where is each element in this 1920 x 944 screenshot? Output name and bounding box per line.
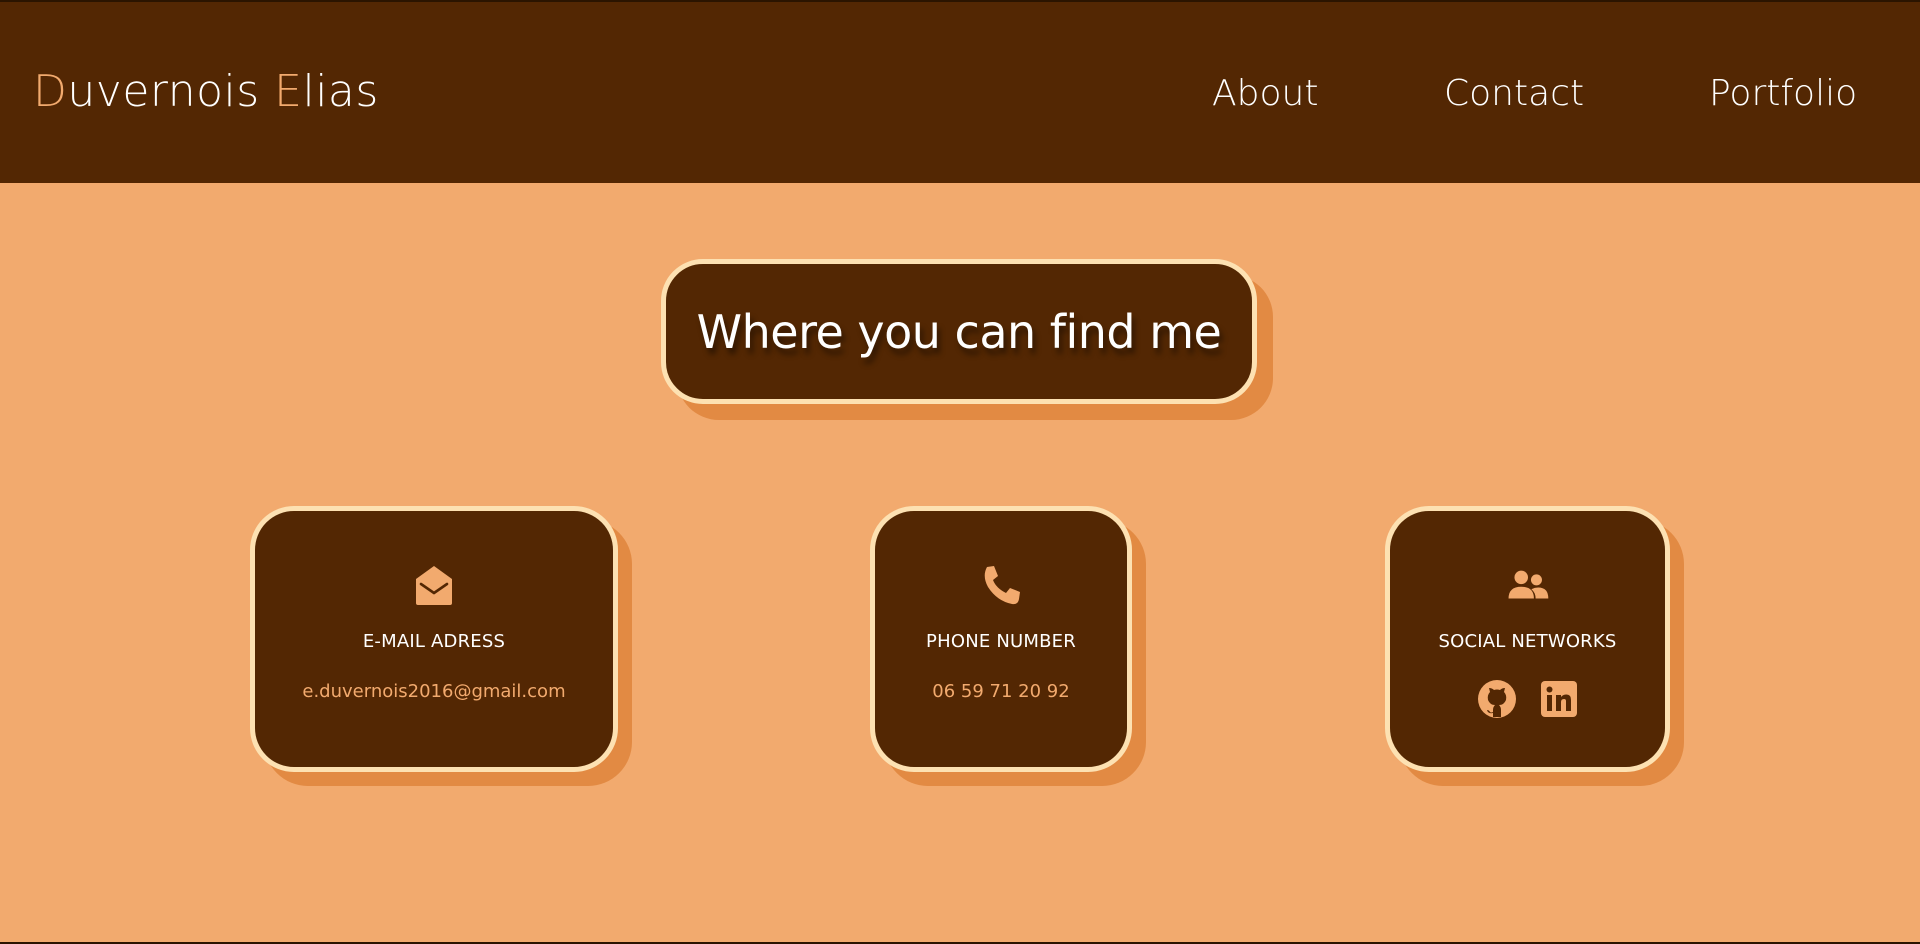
logo-last-initial: E: [274, 66, 303, 117]
email-label: E-MAIL ADRESS: [362, 631, 506, 652]
logo-last-rest: lias: [302, 66, 379, 117]
section-title: Where you can find me: [696, 304, 1222, 359]
phone-label: PHONE NUMBER: [926, 631, 1076, 652]
envelope-open-icon: [412, 563, 456, 607]
social-label: SOCIAL NETWORKS: [1438, 631, 1617, 652]
nav-link-about[interactable]: About: [1212, 70, 1318, 118]
site-header: Duvernois Elias About Contact Portfolio: [0, 0, 1920, 183]
nav-link-contact[interactable]: Contact: [1444, 70, 1584, 118]
social-card: SOCIAL NETWORKS: [1385, 506, 1670, 772]
phone-value-link[interactable]: 06 59 71 20 92: [875, 681, 1127, 702]
users-icon: [1506, 563, 1550, 607]
logo-first-rest: uvernois: [67, 66, 275, 117]
social-links: [1390, 679, 1665, 719]
phone-card: PHONE NUMBER 06 59 71 20 92: [870, 506, 1132, 772]
linkedin-icon[interactable]: [1539, 679, 1579, 719]
github-icon[interactable]: [1477, 679, 1517, 719]
logo-first-initial: D: [33, 66, 68, 117]
email-card: E-MAIL ADRESS e.duvernois2016@gmail.com: [250, 506, 618, 772]
site-logo[interactable]: Duvernois Elias: [33, 64, 379, 120]
nav-link-portfolio[interactable]: Portfolio: [1709, 70, 1857, 118]
section-title-box: Where you can find me: [661, 259, 1257, 404]
phone-icon: [979, 563, 1023, 607]
email-value-link[interactable]: e.duvernois2016@gmail.com: [255, 681, 613, 702]
